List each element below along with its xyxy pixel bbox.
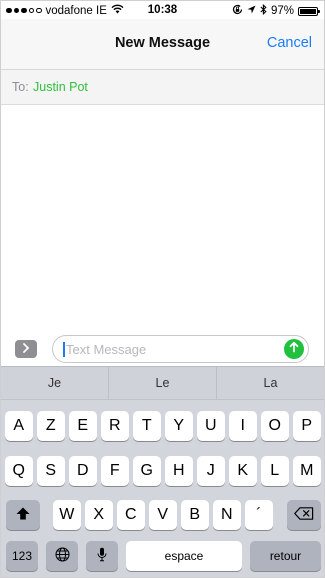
key-letter[interactable]: T: [133, 411, 161, 441]
conversation-area: [1, 105, 324, 330]
suggestion-item[interactable]: La: [216, 367, 324, 399]
status-bar: vodafone IE 10:38 97%: [1, 1, 324, 19]
bluetooth-icon: [260, 3, 267, 18]
key-letter[interactable]: R: [101, 411, 129, 441]
navigation-bar: New Message Cancel: [1, 19, 324, 70]
cancel-button[interactable]: Cancel: [267, 35, 312, 51]
space-key[interactable]: espace: [126, 541, 242, 571]
battery-icon: [298, 6, 320, 16]
key-letter[interactable]: A: [5, 411, 33, 441]
globe-icon: [55, 547, 70, 565]
shift-key[interactable]: [6, 500, 40, 530]
key-letter[interactable]: C: [117, 500, 145, 530]
globe-key[interactable]: [46, 541, 78, 571]
key-letter[interactable]: B: [181, 500, 209, 530]
location-icon: [247, 5, 256, 17]
key-letter[interactable]: U: [197, 411, 225, 441]
to-label: To:: [12, 80, 29, 94]
lock-rotation-icon: [232, 4, 243, 18]
predictive-bar: Je Le La: [1, 366, 324, 400]
apps-expand-button[interactable]: [15, 340, 37, 358]
key-letter[interactable]: Z: [37, 411, 65, 441]
key-letter[interactable]: V: [149, 500, 177, 530]
delete-key[interactable]: [287, 500, 321, 530]
suggestion-item[interactable]: Le: [108, 367, 216, 399]
microphone-icon: [97, 547, 107, 565]
messages-screen: vodafone IE 10:38 97% New Message Cancel…: [0, 0, 325, 578]
dictation-key[interactable]: [86, 541, 118, 571]
key-letter[interactable]: O: [261, 411, 289, 441]
recipient-name[interactable]: Justin Pot: [33, 80, 88, 94]
key-letter[interactable]: H: [165, 456, 193, 486]
key-letter[interactable]: S: [37, 456, 65, 486]
key-letter[interactable]: Q: [5, 456, 33, 486]
key-letter[interactable]: K: [229, 456, 257, 486]
key-letter[interactable]: D: [69, 456, 97, 486]
delete-icon: [294, 507, 314, 523]
arrow-up-icon: [288, 340, 300, 358]
key-letter[interactable]: W: [53, 500, 81, 530]
key-letter[interactable]: Y: [165, 411, 193, 441]
battery-percentage: 97%: [270, 5, 294, 17]
message-input[interactable]: [66, 339, 266, 359]
key-letter[interactable]: ´: [245, 500, 273, 530]
return-key[interactable]: retour: [250, 541, 321, 571]
key-letter[interactable]: X: [85, 500, 113, 530]
key-letter[interactable]: J: [197, 456, 225, 486]
key-letter[interactable]: F: [101, 456, 129, 486]
send-button[interactable]: [284, 339, 304, 359]
key-letter[interactable]: N: [213, 500, 241, 530]
suggestion-item[interactable]: Je: [1, 367, 108, 399]
keyboard: Je Le La AZERTYUIOP QSDFGHJKLM W X C V B N ´ 1…: [1, 366, 324, 577]
chevron-right-icon: [22, 342, 30, 356]
shift-icon: [16, 507, 30, 523]
numbers-key[interactable]: 123: [6, 541, 38, 571]
key-letter[interactable]: M: [293, 456, 321, 486]
key-letter[interactable]: G: [133, 456, 161, 486]
key-letter[interactable]: I: [229, 411, 257, 441]
key-letter[interactable]: E: [69, 411, 97, 441]
key-letter[interactable]: P: [293, 411, 321, 441]
recipient-field[interactable]: To: Justin Pot: [1, 70, 324, 105]
text-cursor: [63, 342, 65, 357]
key-letter[interactable]: L: [261, 456, 289, 486]
message-input-container[interactable]: [52, 335, 309, 363]
